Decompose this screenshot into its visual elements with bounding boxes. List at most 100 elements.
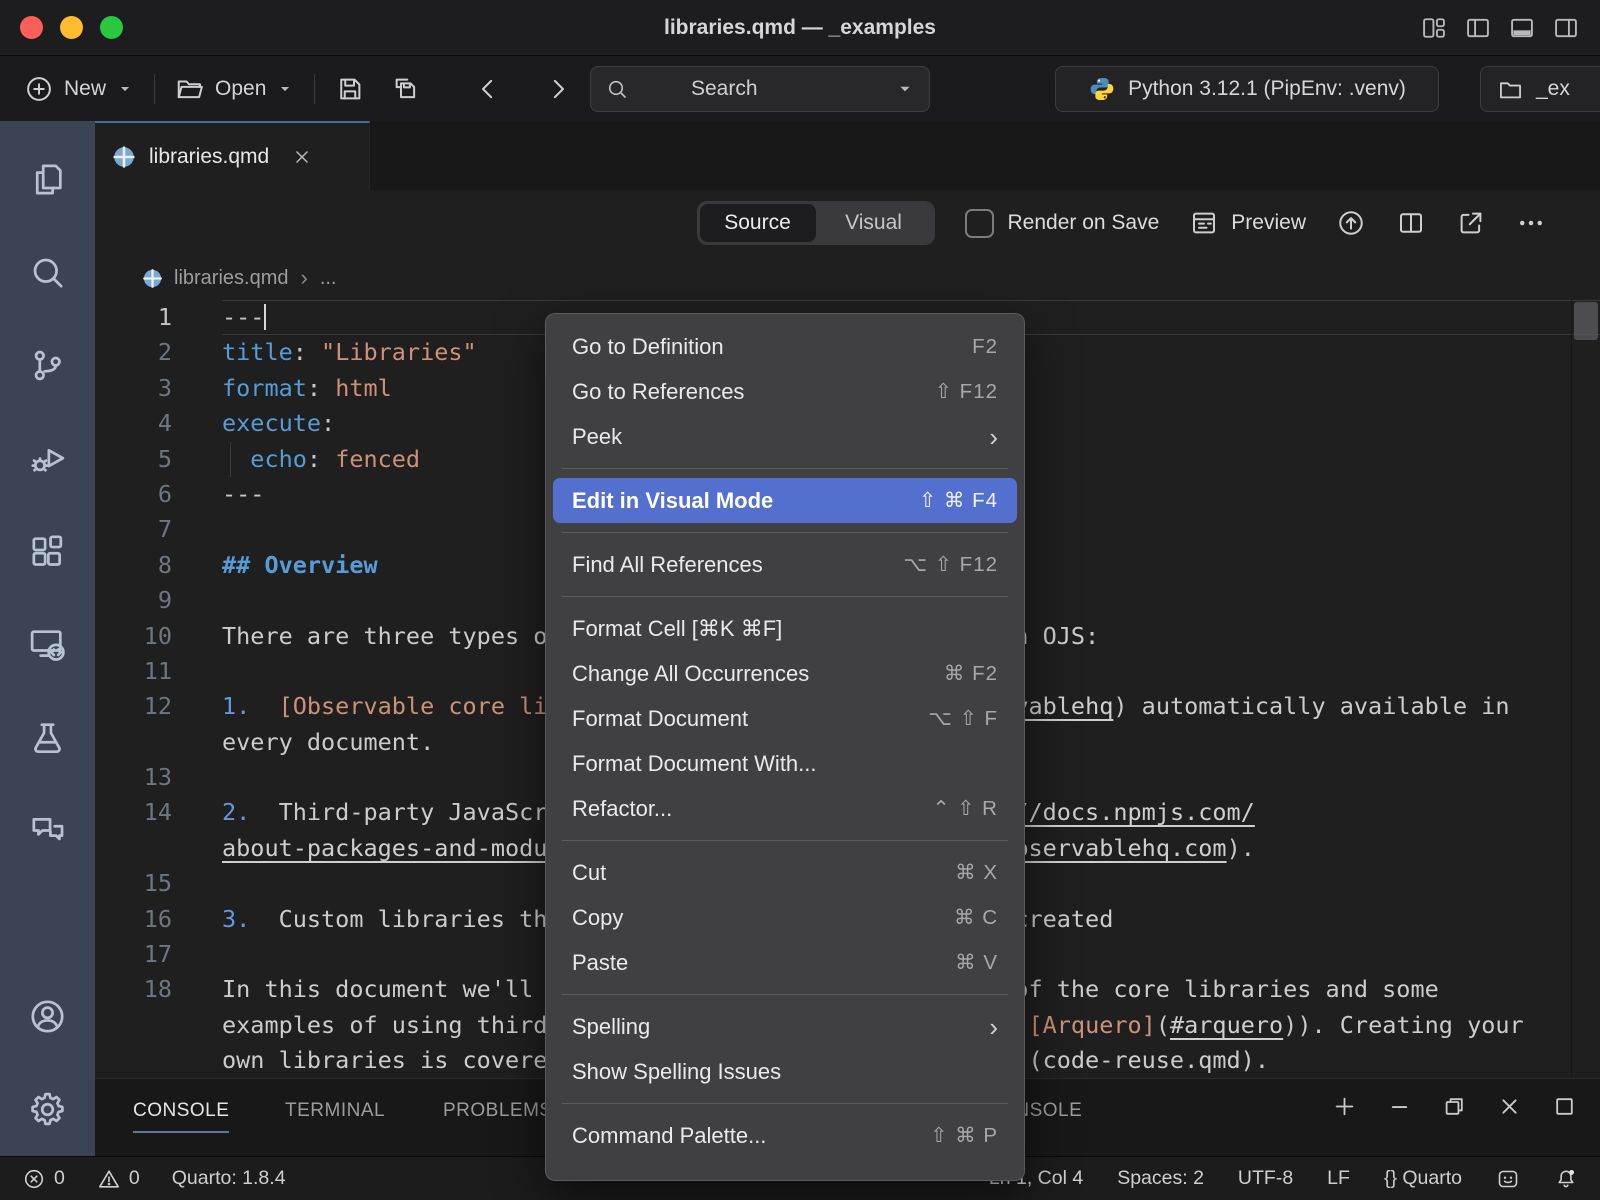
menu-item-shortcut: ⌘ X — [955, 860, 998, 885]
toolbar-divider — [154, 74, 155, 104]
close-tab-icon[interactable] — [291, 146, 313, 168]
source-control-icon[interactable] — [27, 345, 68, 386]
code-token: automatically available in — [1128, 692, 1510, 720]
context-menu-item[interactable]: Go to DefinitionF2 — [546, 324, 1024, 369]
account-icon[interactable] — [27, 996, 68, 1037]
menu-item-label: Format Cell [⌘K ⌘F] — [572, 616, 782, 642]
window-titlebar: libraries.qmd — _examples — [0, 0, 1600, 56]
run-debug-icon[interactable] — [27, 438, 68, 479]
context-menu-item[interactable]: Peek› — [546, 414, 1024, 459]
breadcrumb-file[interactable]: libraries.qmd — [174, 267, 288, 290]
breadcrumb-more[interactable]: ... — [320, 267, 337, 290]
render-on-save-checkbox[interactable] — [965, 209, 994, 238]
layout-sidebar-right-icon[interactable] — [1552, 14, 1580, 42]
interpreter-selector-button[interactable]: Python 3.12.1 (PipEnv: .venv) — [1055, 66, 1439, 112]
menu-item-shortcut: F2 — [972, 335, 998, 359]
status-item--quarto[interactable]: {} Quarto — [1384, 1167, 1462, 1190]
menu-item-shortcut: ⌥ ⇧ F — [928, 706, 998, 731]
toggle-visual[interactable]: Visual — [816, 204, 932, 242]
context-menu-item[interactable]: Command Palette...⇧ ⌘ P — [546, 1113, 1024, 1158]
context-menu-item[interactable]: Copy⌘ C — [546, 895, 1024, 940]
context-menu-item[interactable]: Change All Occurrences⌘ F2 — [546, 651, 1024, 696]
close-window-button[interactable] — [20, 16, 43, 39]
minimize-window-button[interactable] — [60, 16, 83, 39]
maximize-square-icon[interactable] — [1551, 1093, 1578, 1120]
menu-separator — [562, 1103, 1008, 1104]
breadcrumb[interactable]: libraries.qmd › ... — [95, 256, 1600, 300]
scrollbar-thumb[interactable] — [1574, 302, 1598, 340]
status-item-lf[interactable]: LF — [1327, 1167, 1350, 1190]
layout-panel-icon[interactable] — [1508, 14, 1536, 42]
context-menu-item[interactable]: Edit in Visual Mode⇧ ⌘ F4 — [553, 478, 1017, 523]
status-item-0[interactable]: 0 — [97, 1167, 140, 1191]
restore-panel-icon[interactable] — [1441, 1093, 1468, 1120]
more-actions-icon[interactable] — [1516, 208, 1546, 238]
code-token: format — [222, 374, 307, 402]
navigate-back-button[interactable] — [467, 68, 509, 110]
status-item-0[interactable]: 0 — [22, 1167, 65, 1191]
files-icon[interactable] — [27, 159, 68, 200]
project-button[interactable]: _ex — [1480, 66, 1600, 112]
testing-icon[interactable] — [27, 717, 68, 758]
remote-icon[interactable] — [27, 624, 68, 665]
status-item-quarto-1-8-4[interactable]: Quarto: 1.8.4 — [172, 1167, 286, 1190]
context-menu-item[interactable]: Refactor...⌃ ⇧ R — [546, 786, 1024, 831]
menu-separator — [562, 994, 1008, 995]
open-external-icon[interactable] — [1456, 208, 1486, 238]
zoom-window-button[interactable] — [100, 16, 123, 39]
status-label: Quarto: 1.8.4 — [172, 1167, 286, 1190]
split-editor-icon[interactable] — [1396, 208, 1426, 238]
save-all-icon — [391, 74, 421, 104]
menu-item-label: Format Document — [572, 706, 748, 732]
save-button[interactable] — [329, 68, 371, 110]
panel-tab-terminal[interactable]: TERMINAL — [285, 1100, 385, 1131]
menu-item-label: Find All References — [572, 552, 763, 578]
close-icon[interactable] — [1496, 1093, 1523, 1120]
editor-scrollbar[interactable] — [1571, 300, 1600, 1078]
context-menu-item[interactable]: Go to References⇧ F12 — [546, 369, 1024, 414]
extensions-icon[interactable] — [27, 531, 68, 572]
context-menu-item[interactable]: Format Document With... — [546, 741, 1024, 786]
context-menu-item[interactable]: Find All References⌥ ⇧ F12 — [546, 542, 1024, 587]
line-number — [95, 1008, 172, 1043]
activity-bar — [0, 121, 95, 1156]
context-menu-item[interactable]: Cut⌘ X — [546, 850, 1024, 895]
layout-grid-icon[interactable] — [1420, 14, 1448, 42]
comments-icon[interactable] — [27, 810, 68, 851]
menu-item-shortcut: ⇧ F12 — [935, 379, 998, 404]
status-item[interactable] — [1496, 1167, 1520, 1191]
status-item[interactable] — [1554, 1167, 1578, 1191]
line-number: 10 — [95, 619, 172, 654]
save-all-button[interactable] — [385, 68, 427, 110]
line-number: 11 — [95, 654, 172, 689]
source-visual-toggle: Source Visual — [697, 201, 935, 245]
render-circle-up-icon[interactable] — [1336, 208, 1366, 238]
status-label: {} Quarto — [1384, 1167, 1462, 1190]
context-menu-item[interactable]: Paste⌘ V — [546, 940, 1024, 985]
preview-button[interactable]: Preview — [1189, 208, 1306, 238]
context-menu-item[interactable]: Format Document ⌥ ⇧ F — [546, 696, 1024, 741]
layout-sidebar-icon[interactable] — [1464, 14, 1492, 42]
panel-tab-console[interactable]: CONSOLE — [133, 1100, 229, 1133]
new-button[interactable]: New — [18, 68, 140, 110]
navigate-forward-button[interactable] — [537, 68, 579, 110]
search-input[interactable]: Search — [590, 66, 930, 112]
tab-libraries-qmd[interactable]: libraries.qmd — [95, 121, 370, 190]
search-icon[interactable] — [27, 252, 68, 293]
context-menu-item[interactable]: Spelling› — [546, 1004, 1024, 1049]
minimize-dash-icon[interactable] — [1386, 1093, 1413, 1120]
toggle-source[interactable]: Source — [700, 204, 816, 242]
line-number — [95, 1043, 172, 1078]
plus-icon[interactable] — [1331, 1093, 1358, 1120]
open-button[interactable]: Open — [169, 68, 300, 110]
context-menu-item[interactable]: Format Cell [⌘K ⌘F] — [546, 606, 1024, 651]
status-item-utf-8[interactable]: UTF-8 — [1238, 1167, 1293, 1190]
status-item-spaces-2[interactable]: Spaces: 2 — [1117, 1167, 1204, 1190]
context-menu-item[interactable]: Show Spelling Issues — [546, 1049, 1024, 1094]
settings-gear-icon[interactable] — [27, 1089, 68, 1130]
warning-icon — [97, 1167, 121, 1191]
status-label: UTF-8 — [1238, 1167, 1293, 1190]
folder-icon — [1497, 76, 1524, 103]
panel-tab-problems[interactable]: PROBLEMS — [443, 1100, 553, 1131]
chevron-down-icon — [276, 80, 294, 98]
